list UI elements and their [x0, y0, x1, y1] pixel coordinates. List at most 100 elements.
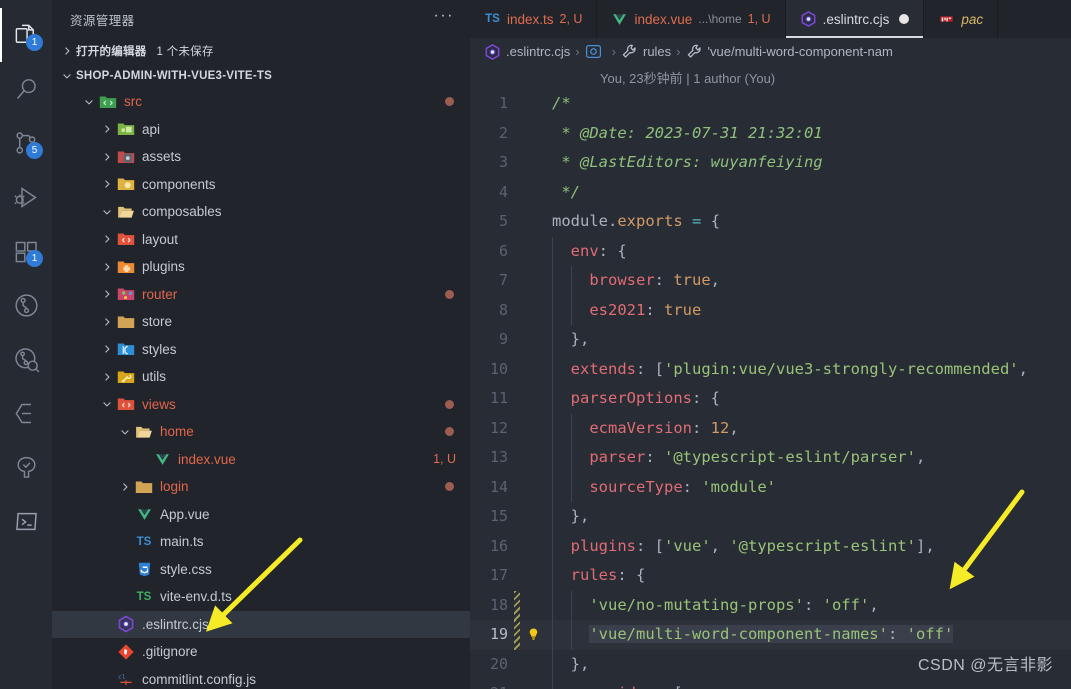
chevron-down-icon[interactable]	[98, 395, 116, 413]
section-project-root[interactable]: SHOP-ADMIN-WITH-VUE3-VITE-TS	[52, 63, 470, 88]
chevron-right-icon[interactable]	[98, 258, 116, 276]
chevron-down-icon[interactable]	[80, 93, 98, 111]
folder-open-icon	[134, 423, 154, 441]
tree-folder-row[interactable]: composables	[52, 198, 470, 226]
tree-folder-row[interactable]: components	[52, 171, 470, 199]
activitybar-item-terminal[interactable]	[0, 494, 52, 548]
tree-folder-row[interactable]: views	[52, 391, 470, 419]
code-line[interactable]: 5 module.exports = {	[470, 207, 1071, 237]
code-line[interactable]: 14 sourceType: 'module'	[470, 472, 1071, 503]
tree-file-row[interactable]: App.vue	[52, 501, 470, 529]
code-line[interactable]: 3 * @LastEditors: wuyanfeiying	[470, 148, 1071, 178]
chevron-right-icon[interactable]	[98, 230, 116, 248]
tree-item-modified-dot	[445, 289, 454, 299]
chevron-right-icon[interactable]	[98, 368, 116, 386]
chevron-right-icon[interactable]	[98, 148, 116, 166]
editor-tab[interactable]: pac	[924, 0, 999, 38]
chevron-right-icon[interactable]	[116, 478, 134, 496]
tree-file-row[interactable]: index.vue 1, U	[52, 446, 470, 474]
tab-status: 1, U	[747, 12, 771, 26]
tree-folder-row[interactable]: login	[52, 473, 470, 501]
activitybar-item-gitlens[interactable]	[0, 278, 52, 332]
activitybar-item-run-and-debug[interactable]	[0, 170, 52, 224]
code-line[interactable]: 11 parserOptions: {	[470, 384, 1071, 414]
tree-file-row[interactable]: cl commitlint.config.js	[52, 666, 470, 689]
activitybar-item-source-control[interactable]: 5	[0, 116, 52, 170]
folder-assets-icon	[116, 148, 136, 166]
tree-item-label: views	[142, 396, 176, 412]
tree-folder-row[interactable]: home	[52, 418, 470, 446]
tree-folder-row[interactable]: styles	[52, 336, 470, 364]
code-line[interactable]: 2 * @Date: 2023-07-31 21:32:01	[470, 119, 1071, 149]
sidebar-more-actions-button[interactable]: ···	[434, 8, 454, 27]
tree-folder-row[interactable]: assets	[52, 143, 470, 171]
project-root-label: SHOP-ADMIN-WITH-VUE3-VITE-TS	[76, 69, 273, 82]
tree-folder-row[interactable]: plugins	[52, 253, 470, 281]
tree-folder-row[interactable]: utils	[52, 363, 470, 391]
tree-icon	[13, 454, 40, 481]
code-line[interactable]: 18 'vue/no-mutating-props': 'off',	[470, 590, 1071, 620]
breadcrumb-segment[interactable]: rules	[621, 44, 671, 60]
tab-dirty-indicator[interactable]	[899, 14, 910, 24]
code-line[interactable]: 9 },	[470, 325, 1071, 355]
tree-file-row[interactable]: .gitignore	[52, 638, 470, 666]
section-open-editors[interactable]: 打开的编辑器 1 个未保存	[52, 38, 470, 63]
editor-tab[interactable]: index.vue ...\home 1, U	[597, 0, 786, 38]
tree-folder-row[interactable]: src	[52, 88, 470, 116]
code-line[interactable]: 12 ecmaVersion: 12,	[470, 413, 1071, 443]
chevron-right-icon[interactable]	[98, 313, 116, 331]
gutter-change-indicator	[514, 178, 520, 208]
code-line[interactable]: 4 */	[470, 178, 1071, 208]
activitybar-item-gitlens-inspect[interactable]	[0, 332, 52, 386]
chevron-down-icon[interactable]	[116, 423, 134, 441]
svg-text:cl: cl	[118, 674, 126, 681]
code-line[interactable]: 16 plugins: ['vue', '@typescript-eslint'…	[470, 531, 1071, 561]
tree-file-row[interactable]: style.css	[52, 556, 470, 584]
gutter-change-indicator	[514, 296, 520, 326]
code-line[interactable]: 6 env: {	[470, 236, 1071, 266]
tree-folder-row[interactable]: router	[52, 281, 470, 309]
code-line[interactable]: 21 overrides: [	[470, 679, 1071, 689]
editor-tab[interactable]: .eslintrc.cjs	[785, 0, 925, 38]
chevron-right-icon[interactable]	[98, 120, 116, 138]
breadcrumb-segment[interactable]: .eslintrc.cjs	[484, 43, 570, 60]
css-icon	[134, 560, 154, 578]
code-line[interactable]: 19 'vue/multi-word-component-names': 'of…	[470, 620, 1071, 650]
code-line[interactable]: 15 },	[470, 502, 1071, 532]
code-text: overrides: [	[546, 679, 1071, 689]
search-icon	[13, 76, 40, 103]
tree-file-row[interactable]: TS main.ts	[52, 528, 470, 556]
gutter-change-indicator	[514, 473, 520, 503]
code-line[interactable]: 10 extends: ['plugin:vue/vue3-strongly-r…	[470, 354, 1071, 384]
tree-item-label: App.vue	[160, 506, 210, 522]
code-line[interactable]: 8 es2021: true	[470, 295, 1071, 326]
tree-folder-row[interactable]: layout	[52, 226, 470, 254]
chevron-right-icon[interactable]	[98, 175, 116, 193]
code-line[interactable]: 13 parser: '@typescript-eslint/parser',	[470, 443, 1071, 473]
chevron-right-icon[interactable]	[98, 340, 116, 358]
activitybar-item-project-manager[interactable]	[0, 440, 52, 494]
quick-fix-lightbulb[interactable]	[520, 627, 546, 642]
tree-item-label: src	[124, 94, 142, 110]
chevron-down-icon[interactable]	[98, 203, 116, 221]
tree-folder-row[interactable]: store	[52, 308, 470, 336]
explorer-badge: 1	[26, 34, 43, 51]
activitybar-item-extensions[interactable]: 1	[0, 224, 52, 278]
code-line[interactable]: 1 /*	[470, 89, 1071, 119]
breadcrumb-segment[interactable]: 'vue/multi-word-component-nam	[686, 44, 893, 60]
folder-styles-icon	[116, 340, 136, 358]
tree-file-row[interactable]: TS vite-env.d.ts	[52, 583, 470, 611]
chevron-right-icon[interactable]	[98, 285, 116, 303]
code-editor[interactable]: 1/* 2 * @Date: 2023-07-31 21:32:01 3 * @La…	[470, 89, 1071, 689]
git-blame-annotation: You, 23秒钟前 | 1 author (You)	[600, 70, 776, 86]
activitybar-item-explorer[interactable]: 1	[0, 8, 52, 62]
activitybar-item-eslint[interactable]	[0, 386, 52, 440]
editor-tab[interactable]: TS index.ts 2, U	[470, 0, 598, 38]
code-line[interactable]: 17 rules: {	[470, 561, 1071, 591]
code-line[interactable]: 7 browser: true,	[470, 266, 1071, 296]
tree-folder-row[interactable]: api	[52, 116, 470, 144]
breadcrumb-segment[interactable]	[585, 44, 607, 60]
tree-file-row[interactable]: .eslintrc.cjs	[52, 610, 470, 638]
activitybar-item-search[interactable]	[0, 62, 52, 116]
line-number: 10	[489, 359, 508, 378]
